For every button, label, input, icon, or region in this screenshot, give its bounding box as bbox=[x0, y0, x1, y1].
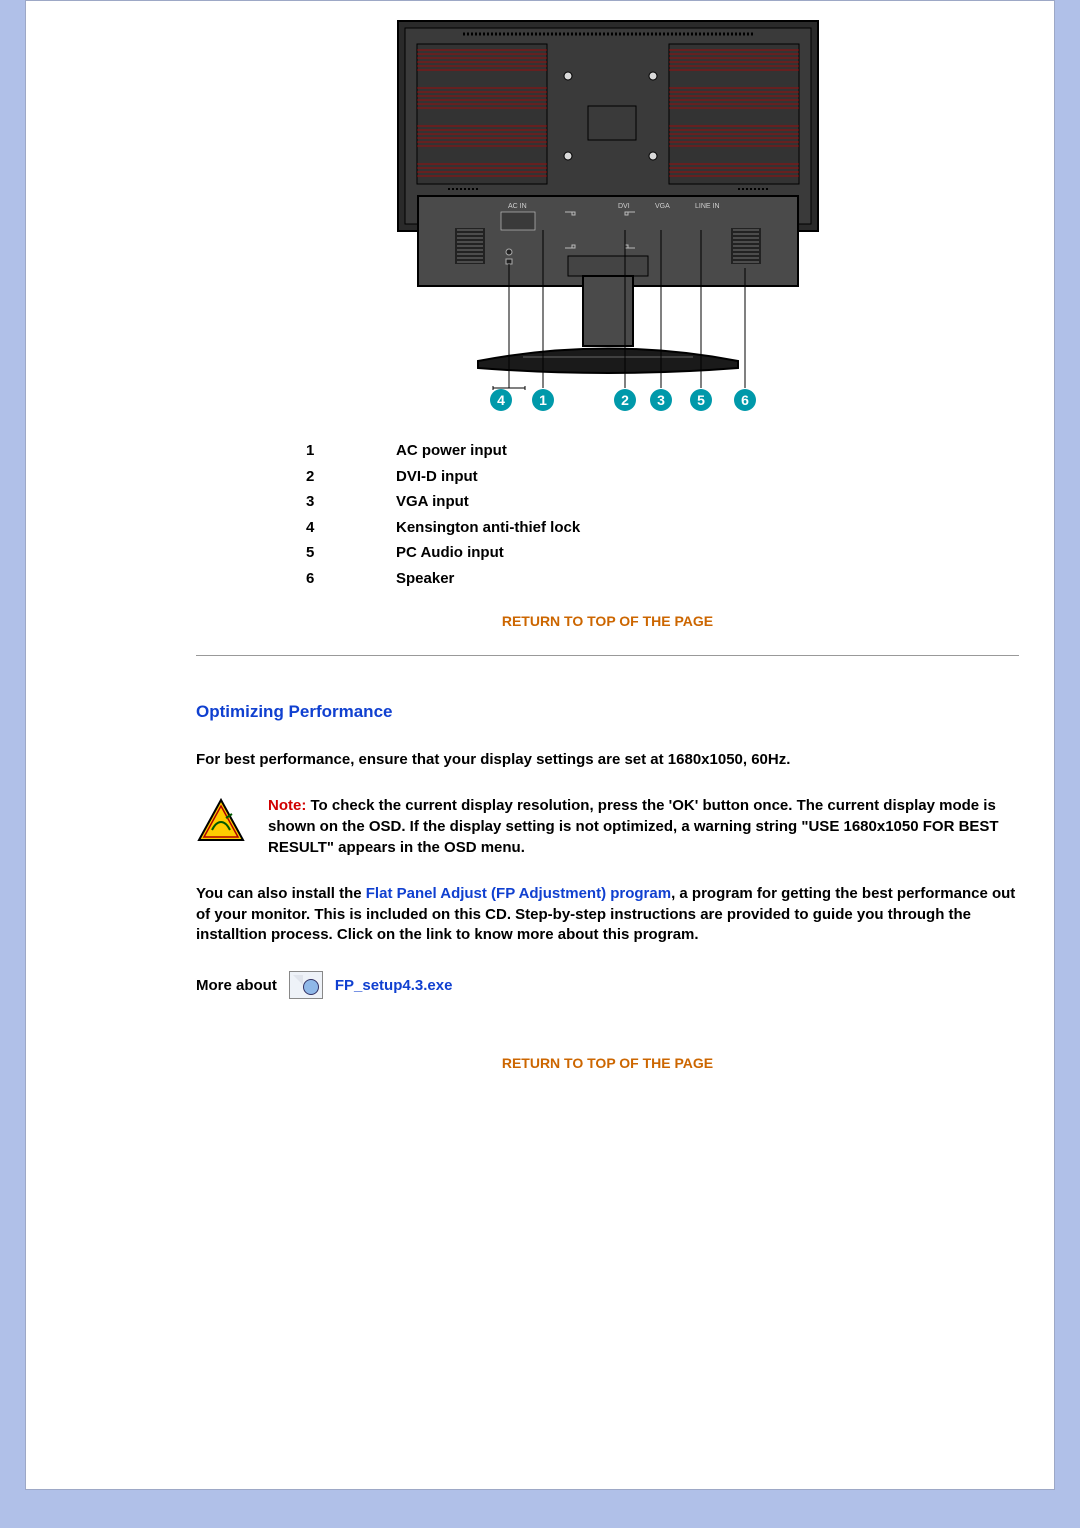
return-to-top-link[interactable]: RETURN TO TOP OF THE PAGE bbox=[502, 613, 713, 629]
svg-text:2: 2 bbox=[621, 392, 629, 408]
legend-row: 4 Kensington anti-thief lock bbox=[306, 515, 1019, 541]
legend-num: 1 bbox=[306, 438, 396, 464]
legend-row: 5 PC Audio input bbox=[306, 540, 1019, 566]
port-label-dvi: DVI bbox=[618, 203, 630, 210]
note-body: To check the current display resolution,… bbox=[268, 797, 999, 855]
legend-label: Speaker bbox=[396, 566, 454, 592]
more-about-label: More about bbox=[196, 977, 277, 994]
port-label-linein: LINE IN bbox=[695, 203, 720, 210]
performance-text: For best performance, ensure that your d… bbox=[196, 750, 1019, 770]
port-label-vga: VGA bbox=[655, 203, 670, 210]
warning-icon bbox=[196, 796, 246, 846]
port-legend: 1 AC power input 2 DVI-D input 3 VGA inp… bbox=[306, 438, 1019, 591]
note-label: Note: bbox=[268, 797, 306, 814]
divider bbox=[196, 655, 1019, 656]
fp-setup-exe-link[interactable]: FP_setup4.3.exe bbox=[335, 977, 453, 994]
svg-text:6: 6 bbox=[741, 392, 749, 408]
legend-num: 6 bbox=[306, 566, 396, 592]
legend-num: 3 bbox=[306, 489, 396, 515]
legend-label: DVI-D input bbox=[396, 464, 478, 490]
legend-num: 2 bbox=[306, 464, 396, 490]
svg-text:5: 5 bbox=[697, 392, 705, 408]
section-title-optimizing: Optimizing Performance bbox=[196, 702, 1019, 722]
legend-num: 5 bbox=[306, 540, 396, 566]
legend-num: 4 bbox=[306, 515, 396, 541]
legend-row: 3 VGA input bbox=[306, 489, 1019, 515]
note-text: Note: To check the current display resol… bbox=[268, 796, 1019, 858]
legend-row: 6 Speaker bbox=[306, 566, 1019, 592]
svg-text:4: 4 bbox=[497, 392, 505, 408]
monitor-rear-diagram: AC IN DVI VGA LINE IN bbox=[196, 16, 1019, 420]
svg-text:1: 1 bbox=[539, 392, 547, 408]
legend-row: 2 DVI-D input bbox=[306, 464, 1019, 490]
disc-icon bbox=[289, 971, 323, 999]
legend-label: AC power input bbox=[396, 438, 507, 464]
legend-label: PC Audio input bbox=[396, 540, 504, 566]
install-paragraph: You can also install the Flat Panel Adju… bbox=[196, 884, 1019, 945]
install-pre: You can also install the bbox=[196, 885, 366, 902]
legend-label: Kensington anti-thief lock bbox=[396, 515, 580, 541]
legend-row: 1 AC power input bbox=[306, 438, 1019, 464]
svg-text:3: 3 bbox=[657, 392, 665, 408]
port-label-acin: AC IN bbox=[508, 203, 527, 210]
return-to-top-link[interactable]: RETURN TO TOP OF THE PAGE bbox=[502, 1055, 713, 1071]
legend-label: VGA input bbox=[396, 489, 469, 515]
fp-adjust-link[interactable]: Flat Panel Adjust (FP Adjustment) progra… bbox=[366, 885, 671, 902]
